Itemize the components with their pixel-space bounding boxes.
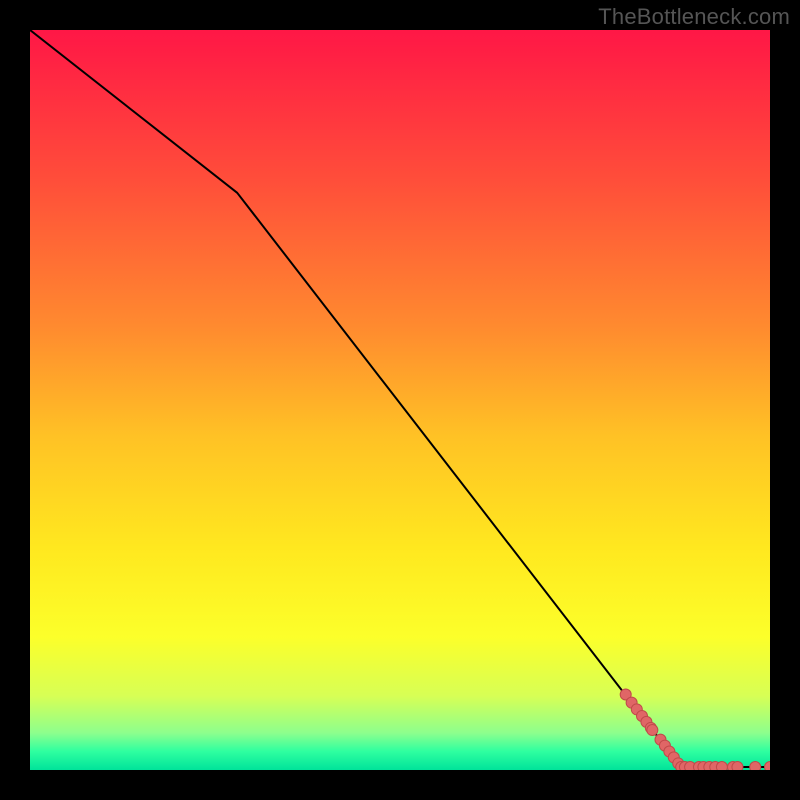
chart-plot-area xyxy=(30,30,770,770)
data-point xyxy=(732,762,743,770)
chart-container: TheBottleneck.com xyxy=(0,0,800,800)
data-point xyxy=(647,725,658,736)
gradient-background xyxy=(30,30,770,770)
chart-svg xyxy=(30,30,770,770)
watermark-label: TheBottleneck.com xyxy=(598,4,790,30)
data-point xyxy=(750,762,761,770)
data-point xyxy=(716,762,727,770)
